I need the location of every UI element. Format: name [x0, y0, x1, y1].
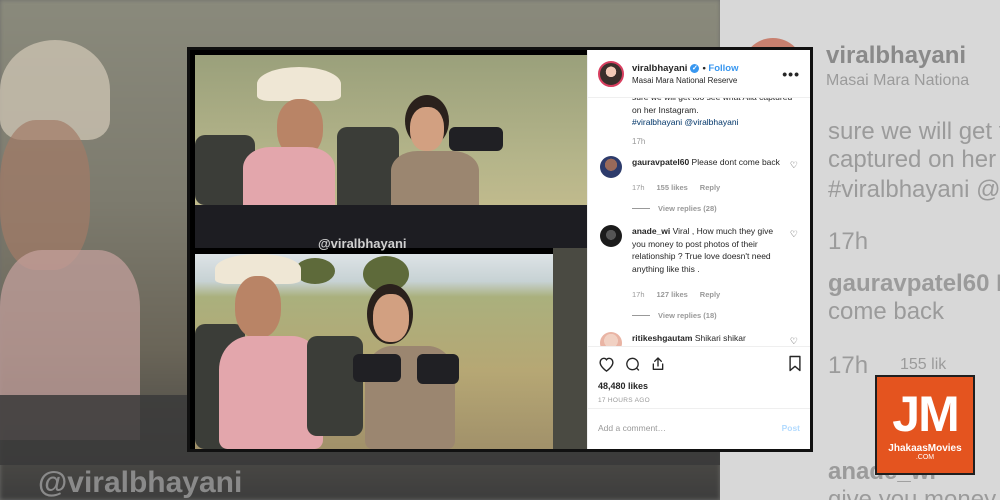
background-likes: 155 lik — [900, 356, 947, 373]
background-time: 17h — [828, 228, 869, 255]
avatar[interactable] — [598, 60, 624, 87]
comment-time: 17h — [632, 290, 645, 299]
jhakaasmovies-logo: JM JhakaasMovies .COM — [875, 375, 975, 475]
comment-input[interactable] — [598, 423, 748, 433]
heart-icon[interactable]: ♡ — [790, 160, 798, 171]
comment-avatar[interactable] — [600, 225, 622, 247]
add-comment-bar: Post — [588, 408, 810, 447]
comment-bubble-icon[interactable] — [624, 356, 641, 372]
post-photo[interactable]: @viralbhayani — [190, 50, 588, 449]
reply-button[interactable]: Reply — [700, 289, 720, 302]
mention-link[interactable]: @viralbhayani — [684, 117, 738, 127]
heart-icon[interactable]: ♡ — [790, 336, 798, 346]
comment-username[interactable]: gauravpatel60 — [632, 157, 689, 167]
more-options-icon[interactable]: ••• — [782, 66, 800, 82]
verified-badge-icon: ✓ — [690, 63, 700, 73]
logo-suffix: .COM — [915, 453, 935, 461]
comment-item: ritikeshgautam Shikari shikar ♡ — [600, 332, 800, 346]
view-replies-button[interactable]: View replies (28) — [632, 203, 780, 216]
post-actions: 48,480 likes 17 HOURS AGO — [588, 346, 810, 408]
likes-count[interactable]: 48,480 likes — [598, 381, 800, 391]
background-face — [0, 120, 90, 270]
username-link[interactable]: viralbhayani — [632, 63, 687, 74]
view-replies-button[interactable]: View replies (18) — [632, 310, 780, 323]
comment-username[interactable]: ritikeshgautam — [632, 333, 692, 343]
comment-time: 17h — [632, 183, 645, 192]
background-watermark: @viralbhayani — [38, 466, 243, 499]
comment-avatar[interactable] — [600, 155, 622, 178]
caption-time: 17h — [632, 136, 646, 146]
comment-likes[interactable]: 127 likes — [657, 289, 688, 302]
hat — [257, 67, 341, 101]
comment-likes[interactable]: 155 likes — [657, 182, 688, 195]
comment-text: Shikari shikar — [694, 333, 746, 343]
comment-text: Please dont come back — [691, 156, 780, 167]
post-button[interactable]: Post — [782, 423, 800, 433]
post-header: viralbhayani ✓ • Follow Masai Mara Natio… — [588, 50, 810, 98]
background-caption-1: sure we will get t — [828, 118, 1000, 145]
share-icon[interactable] — [650, 356, 666, 372]
comment-item: anade_wi Viral , How much they give you … — [600, 225, 800, 322]
background-caption-2: captured on her I — [828, 146, 1000, 173]
background-time-2: 17h — [828, 352, 869, 379]
comments-list[interactable]: sure we will get too see what Alia captu… — [588, 98, 810, 346]
logo-mark: JM — [892, 385, 959, 442]
location-link[interactable]: Masai Mara National Reserve — [632, 76, 739, 85]
background-comment-user: gauravpatel60 P — [828, 270, 1000, 297]
post-side-panel: viralbhayani ✓ • Follow Masai Mara Natio… — [588, 50, 810, 449]
follow-button[interactable]: Follow — [708, 63, 738, 74]
logo-name: JhakaasMovies — [888, 442, 962, 454]
background-username: viralbhayani — [826, 42, 967, 69]
background-caption-3: #viralbhayani @v — [828, 176, 1000, 203]
comment-avatar[interactable] — [600, 332, 622, 346]
hashtag-link[interactable]: #viralbhayani — [632, 117, 682, 127]
post-card: @viralbhayani viralbhayani ✓ • Follow Ma… — [187, 47, 813, 452]
comment-item: gauravpatel60 Please dont come back 17h … — [600, 155, 800, 216]
caption: sure we will get too see what Alia captu… — [632, 98, 792, 127]
comment-username[interactable]: anade_wi — [632, 226, 670, 236]
background-location: Masai Mara Nationa — [826, 72, 970, 89]
camera — [353, 354, 401, 382]
background-give: give you money — [828, 486, 997, 500]
reply-button[interactable]: Reply — [700, 182, 720, 195]
camera — [449, 127, 503, 151]
background-comment-text: come back — [828, 298, 945, 325]
photo-bottom-half — [195, 254, 553, 449]
heart-icon[interactable]: ♡ — [790, 229, 798, 240]
vehicle-rail — [553, 248, 587, 449]
photo-watermark: @viralbhayani — [318, 236, 407, 251]
bookmark-icon[interactable] — [788, 355, 802, 377]
post-timestamp[interactable]: 17 HOURS AGO — [598, 397, 800, 404]
like-heart-icon[interactable] — [598, 356, 615, 372]
camera — [417, 354, 459, 384]
